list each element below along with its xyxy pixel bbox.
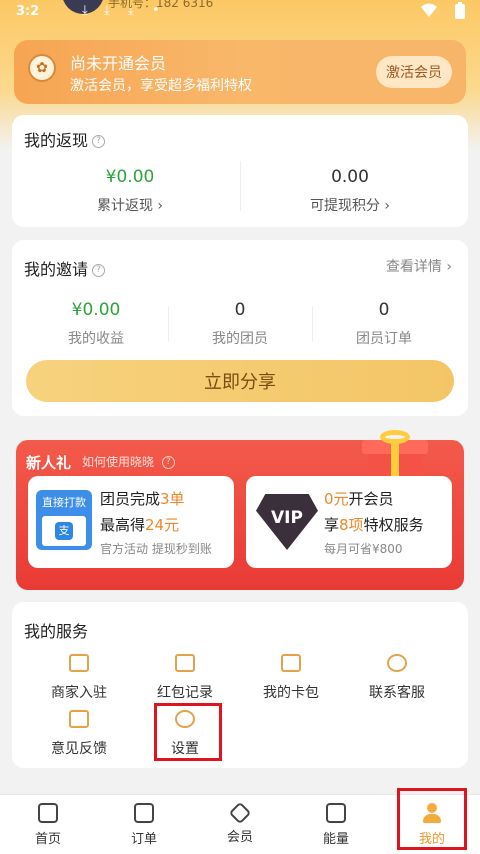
newbie-gift-banner: 新人礼 如何使用晓晓 ? 直接打款 支 团员完成3单 最高得24元 官方活动 提… [16,430,464,590]
help-icon[interactable]: ? [92,135,106,148]
withdrawable-points-label: 可提现积分 › [309,198,391,214]
service-feedback[interactable]: 意见反馈 [34,710,124,758]
member-status-bar: ✿ 尚未开通会员 激活会员，享受超多福利特权 激活会员 [14,40,466,104]
vip-line-2: 享8项特权服务 [324,516,424,534]
alipay-icon: 支 [55,522,73,540]
tab-member[interactable]: 会员 [210,801,270,845]
grid-icon [175,654,195,672]
service-red-packet-records[interactable]: 红包记录 [140,654,230,702]
wifi-icon [421,3,437,17]
service-merchant-signup[interactable]: 商家入驻 [34,654,124,702]
vip-line-3: 每月可省¥800 [324,542,403,556]
activate-member-button[interactable]: 激活会员 [376,56,452,88]
cashback-title-row: 我的返现? [24,127,106,151]
home-icon [38,803,58,823]
tab-orders[interactable]: 订单 [114,803,174,847]
headset-icon [387,654,407,672]
earnings-stat[interactable]: ¥0.00 我的收益 [26,300,166,348]
store-icon [69,654,89,672]
direct-payout-icon-label: 直接打款 [42,496,86,509]
direct-payout-icon: 直接打款 支 [36,490,92,550]
member-badge-icon: ✿ [28,54,56,82]
withdrawable-points-value: 0.00 [331,167,369,187]
how-to-use-link[interactable]: 如何使用晓晓 ? [82,453,175,470]
services-title: 我的服务 [24,622,89,641]
view-details-link[interactable]: 查看详情 › [386,256,452,276]
earnings-label: 我的收益 [68,331,124,347]
tab-energy[interactable]: 能量 [306,803,366,847]
tab-label: 能量 [322,832,349,847]
invite-card: 我的邀请? 查看详情 › ¥0.00 我的收益 0 我的团员 0 团员订单 立即… [12,240,468,416]
earnings-value: ¥0.00 [71,300,121,320]
gift-box-icon [362,430,428,484]
order-icon [134,803,154,823]
payout-line-1: 团员完成3单 [100,490,185,508]
payout-line-3: 官方活动 提现秒到账 [100,542,212,556]
service-my-card-wallet[interactable]: 我的卡包 [246,654,336,702]
service-label: 商家入驻 [51,685,107,701]
download-icon: ⤓ [82,3,88,18]
members-stat[interactable]: 0 我的团员 [170,300,310,348]
cashback-title: 我的返现 [24,131,89,150]
member-subtitle: 激活会员，享受超多福利特权 [70,78,252,94]
feedback-icon [69,710,89,728]
service-label: 红包记录 [157,685,213,701]
divider [168,306,169,342]
phone-number: 手机号：182 6316 [108,0,214,10]
service-customer-support[interactable]: 联系客服 [352,654,442,702]
tab-label: 首页 [34,832,61,847]
vip-badge-icon: VIP [256,494,318,550]
total-cashback-label: 累计返现 › [96,198,164,214]
invite-title-row: 我的邀请? [24,256,106,280]
tab-label: 订单 [130,832,157,847]
divider [240,161,241,211]
help-icon[interactable]: ? [92,264,106,277]
newbie-gift-title: 新人礼 [26,454,72,472]
settings-highlight-box [154,703,222,761]
tab-label: 会员 [226,830,253,845]
my-services-card: 我的服务 商家入驻 红包记录 我的卡包 联系客服 意见反馈 设置 [12,602,468,768]
vip-offer-card[interactable]: VIP 0元开会员 享8项特权服务 每月可省¥800 [246,476,452,568]
wallet-icon [281,654,301,672]
energy-icon [326,803,346,823]
total-cashback-value: ¥0.00 [105,167,155,187]
member-title: 尚未开通会员 [70,54,167,73]
member-orders-label: 团员订单 [356,331,412,347]
how-to-use-label: 如何使用晓晓 [82,455,155,469]
service-label: 意见反馈 [51,741,107,757]
total-cashback-stat[interactable]: ¥0.00 累计返现 › [40,167,220,215]
members-label: 我的团员 [212,331,268,347]
status-time: 3:2 [16,4,40,19]
member-icon [228,801,252,825]
service-label: 联系客服 [369,685,425,701]
vip-line-1: 0元开会员 [324,490,394,508]
divider [312,306,313,342]
profile-tab-highlight-box [397,788,467,850]
member-orders-value: 0 [378,300,390,320]
members-value: 0 [234,300,246,320]
battery-icon [455,2,465,19]
withdrawable-points-stat[interactable]: 0.00 可提现积分 › [260,167,440,215]
member-orders-stat[interactable]: 0 团员订单 [314,300,454,348]
share-now-button[interactable]: 立即分享 [26,360,454,402]
status-bar: 3:2 ⤓ ⤓ ⤓ • 手机号：182 6316 [0,0,480,24]
service-label: 我的卡包 [263,685,319,701]
invite-title: 我的邀请 [24,260,89,279]
direct-payout-card[interactable]: 直接打款 支 团员完成3单 最高得24元 官方活动 提现秒到账 [28,476,234,568]
tab-home[interactable]: 首页 [18,803,78,847]
payout-line-2: 最高得24元 [100,516,180,534]
help-icon: ? [161,456,175,469]
cashback-card: 我的返现? ¥0.00 累计返现 › 0.00 可提现积分 › [12,115,468,227]
